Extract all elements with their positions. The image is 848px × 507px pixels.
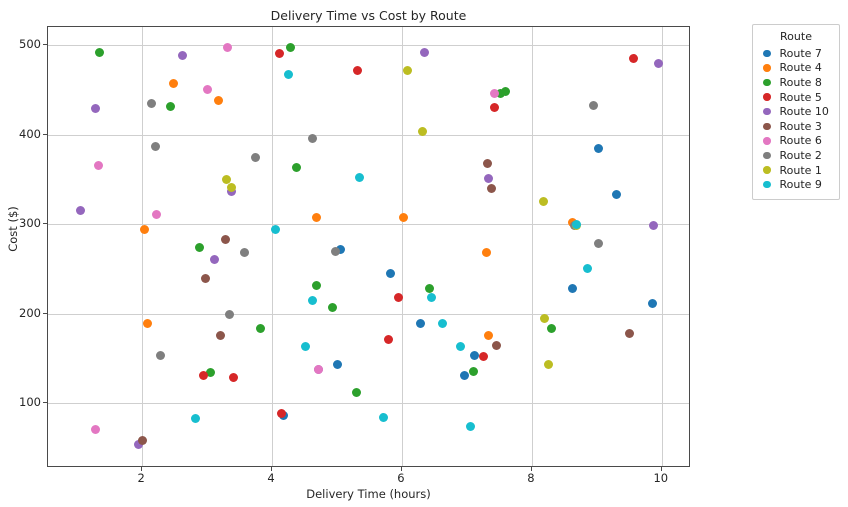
legend-marker-icon (763, 93, 771, 101)
legend-entry[interactable]: Route 8 (759, 75, 833, 90)
legend-entry[interactable]: Route 7 (759, 46, 833, 61)
legend-marker-icon (763, 78, 771, 87)
x-tick-mark (271, 467, 273, 471)
legend-entry[interactable]: Route 5 (759, 90, 833, 105)
legend-marker-icon (763, 64, 771, 72)
y-axis-label: Cost ($) (6, 206, 20, 252)
legend-entry[interactable]: Route 4 (759, 61, 833, 76)
legend-label: Route 8 (779, 75, 822, 89)
legend-marker-icon (763, 151, 771, 160)
legend-title: Route (780, 30, 812, 43)
legend-entries: Route 7 Route 4 Route 8 Route 5 Route 10 Rout… (759, 46, 833, 192)
legend-marker-icon (763, 166, 771, 174)
legend-label: Route 5 (779, 90, 822, 104)
legend-marker-icon (763, 137, 771, 145)
legend-label: Route 4 (779, 61, 822, 75)
legend-entry[interactable]: Route 9 (759, 177, 833, 192)
legend-entry[interactable]: Route 3 (759, 119, 833, 134)
legend-label: Route 2 (779, 148, 822, 162)
legend-marker-icon (763, 107, 771, 116)
legend-label: Route 6 (779, 134, 822, 148)
x-tick-mark (530, 467, 532, 471)
x-axis-tick-marks (0, 0, 848, 507)
legend-marker-icon (763, 122, 771, 131)
legend-entry[interactable]: Route 10 (759, 104, 833, 119)
legend: Route Route 7 Route 4 Route 8 Route 5 Route … (752, 24, 840, 200)
legend-label: Route 7 (779, 46, 822, 60)
legend-entry[interactable]: Route 1 (759, 163, 833, 178)
legend-entry[interactable]: Route 2 (759, 148, 833, 163)
legend-label: Route 3 (779, 119, 822, 133)
x-tick-mark (660, 467, 662, 471)
legend-label: Route 9 (779, 178, 822, 192)
x-tick-mark (141, 467, 143, 471)
x-axis-label: Delivery Time (hours) (306, 487, 431, 501)
legend-label: Route 10 (779, 105, 829, 119)
legend-label: Route 1 (779, 163, 822, 177)
x-tick-mark (400, 467, 402, 471)
legend-entry[interactable]: Route 6 (759, 134, 833, 149)
legend-marker-icon (763, 180, 771, 189)
scatter-chart-figure: Delivery Time vs Cost by Route 100 200 300… (0, 0, 848, 507)
legend-marker-icon (763, 49, 771, 58)
